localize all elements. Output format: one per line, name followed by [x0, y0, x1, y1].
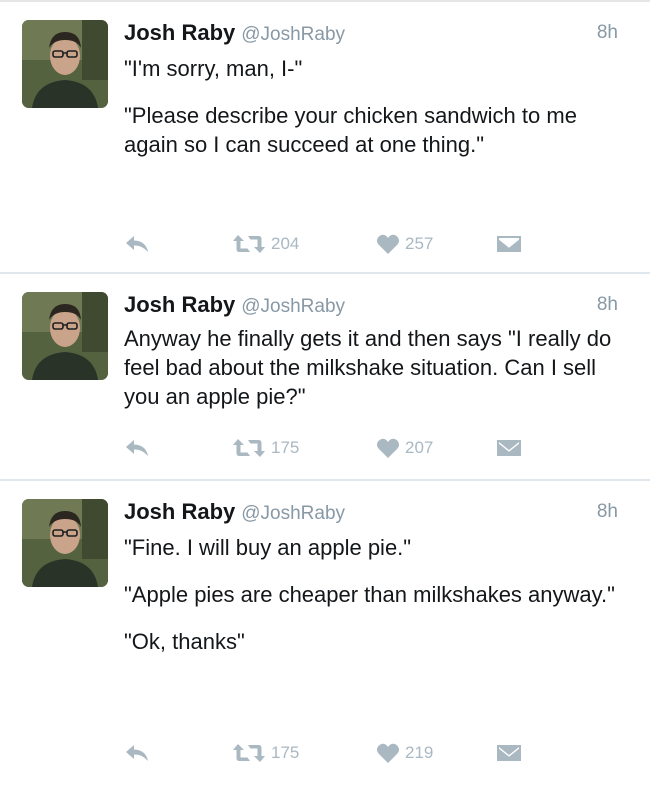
like-count: 257: [405, 234, 434, 253]
display-name[interactable]: Josh Raby: [124, 499, 235, 524]
retweet-count: 204: [271, 234, 300, 253]
retweet-button[interactable]: 175: [232, 739, 299, 767]
direct-message-button[interactable]: [496, 434, 522, 462]
retweet-button[interactable]: 204: [232, 230, 299, 258]
timestamp[interactable]: 8h: [597, 501, 618, 523]
tweet[interactable]: Josh Raby @JoshRaby 8h "I'm sorry, man, I…: [0, 2, 650, 272]
tweet-paragraph: "Apple pies are cheaper than milkshakes …: [124, 582, 615, 607]
retweet-icon: [232, 742, 266, 764]
tweet-paragraph: Anyway he finally gets it and then says …: [124, 326, 612, 409]
tweet-feed: Josh Raby @JoshRaby 8h "I'm sorry, man, I…: [0, 0, 650, 785]
reply-icon: [124, 742, 150, 764]
direct-message-button[interactable]: [496, 739, 522, 767]
tweet-header: Josh Raby @JoshRaby 8h: [124, 292, 618, 322]
tweet-header: Josh Raby @JoshRaby 8h: [124, 20, 618, 50]
heart-icon: [376, 233, 400, 255]
tweet-paragraph: "Fine. I will buy an apple pie.": [124, 535, 412, 560]
like-count: 207: [405, 438, 434, 457]
heart-icon: [376, 742, 400, 764]
tweet-actions: 204 257: [124, 230, 544, 258]
tweet-actions: 175 207: [124, 434, 544, 462]
timestamp[interactable]: 8h: [597, 294, 618, 316]
tweet-text: Anyway he finally gets it and then says …: [124, 324, 624, 411]
direct-message-button[interactable]: [496, 230, 522, 258]
tweet-header: Josh Raby @JoshRaby 8h: [124, 499, 618, 529]
user-handle[interactable]: @JoshRaby: [241, 296, 345, 317]
display-name[interactable]: Josh Raby: [124, 20, 235, 45]
reply-icon: [124, 233, 150, 255]
envelope-icon: [496, 437, 522, 459]
retweet-icon: [232, 233, 266, 255]
reply-button[interactable]: [124, 434, 150, 462]
like-button[interactable]: 207: [376, 434, 433, 462]
retweet-count: 175: [271, 743, 300, 762]
envelope-icon: [496, 742, 522, 764]
tweet[interactable]: Josh Raby @JoshRaby 8h "Fine. I will buy …: [0, 481, 650, 785]
envelope-icon: [496, 233, 522, 255]
tweet-paragraph: "Please describe your chicken sandwich t…: [124, 103, 577, 157]
tweet-paragraph: "Ok, thanks": [124, 629, 245, 654]
timestamp[interactable]: 8h: [597, 22, 618, 44]
tweet-paragraph: "I'm sorry, man, I-": [124, 56, 303, 81]
tweet-actions: 175 219: [124, 739, 544, 767]
display-name[interactable]: Josh Raby: [124, 292, 235, 317]
tweet-text: "I'm sorry, man, I-" "Please describe yo…: [124, 54, 624, 159]
tweet[interactable]: Josh Raby @JoshRaby 8h Anyway he finally …: [0, 274, 650, 479]
retweet-button[interactable]: 175: [232, 434, 299, 462]
user-handle[interactable]: @JoshRaby: [241, 24, 345, 45]
avatar[interactable]: [22, 292, 108, 380]
reply-button[interactable]: [124, 230, 150, 258]
avatar[interactable]: [22, 499, 108, 587]
like-count: 219: [405, 743, 434, 762]
reply-icon: [124, 437, 150, 459]
retweet-icon: [232, 437, 266, 459]
avatar[interactable]: [22, 20, 108, 108]
retweet-count: 175: [271, 438, 300, 457]
like-button[interactable]: 219: [376, 739, 433, 767]
heart-icon: [376, 437, 400, 459]
user-handle[interactable]: @JoshRaby: [241, 503, 345, 524]
reply-button[interactable]: [124, 739, 150, 767]
like-button[interactable]: 257: [376, 230, 433, 258]
tweet-text: "Fine. I will buy an apple pie." "Apple …: [124, 533, 624, 656]
